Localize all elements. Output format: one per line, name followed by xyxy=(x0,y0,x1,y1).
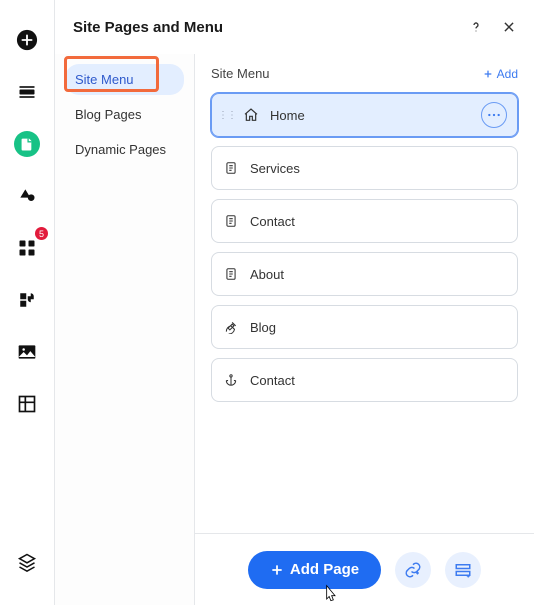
panel-footer: Add Page xyxy=(195,533,534,605)
page-label: Services xyxy=(250,161,507,176)
drag-grip-icon[interactable]: ⋮⋮ xyxy=(222,110,232,121)
page-row[interactable]: ⋮⋮ Home xyxy=(211,93,518,137)
anchor-icon xyxy=(222,371,240,389)
add-link-label: Add xyxy=(497,67,518,81)
left-rail: 5 xyxy=(0,0,54,605)
sidebar-item-site-menu[interactable]: Site Menu xyxy=(65,64,184,95)
rail-grid-icon[interactable] xyxy=(9,386,45,422)
panel-title: Site Pages and Menu xyxy=(73,19,223,36)
sidebar-item-label: Blog Pages xyxy=(75,107,142,122)
rail-add-icon[interactable] xyxy=(9,22,45,58)
close-icon[interactable] xyxy=(502,19,516,35)
panel-header: Site Pages and Menu xyxy=(55,0,534,54)
rail-plugin-icon[interactable] xyxy=(9,282,45,318)
page-label: Blog xyxy=(250,320,507,335)
help-icon[interactable] xyxy=(468,19,484,35)
add-link[interactable]: Add xyxy=(483,67,518,81)
sidebar-item-blog-pages[interactable]: Blog Pages xyxy=(65,99,184,130)
add-page-label: Add Page xyxy=(290,561,359,578)
add-page-button[interactable]: Add Page xyxy=(248,551,381,589)
rail-media-icon[interactable] xyxy=(9,334,45,370)
sidebar-item-dynamic-pages[interactable]: Dynamic Pages xyxy=(65,134,184,165)
rail-theme-icon[interactable] xyxy=(9,178,45,214)
pen-icon xyxy=(222,318,240,336)
page-label: Contact xyxy=(250,214,507,229)
pages-panel: Site Pages and Menu Site Menu Blog Pages… xyxy=(54,0,534,605)
link-button[interactable] xyxy=(395,552,431,588)
category-sidebar: Site Menu Blog Pages Dynamic Pages xyxy=(55,54,195,605)
page-label: Contact xyxy=(250,373,507,388)
row-more-button[interactable] xyxy=(481,102,507,128)
page-label: Home xyxy=(270,108,471,123)
page-row[interactable]: Contact xyxy=(211,199,518,243)
page-list: ⋮⋮ Home Services Contact About Blog Contact xyxy=(211,93,518,402)
page-row[interactable]: Contact xyxy=(211,358,518,402)
doc-icon xyxy=(222,159,240,177)
doc-icon xyxy=(222,212,240,230)
main-column: Site Menu Add ⋮⋮ Home Services Contact About… xyxy=(195,54,534,605)
page-row[interactable]: Services xyxy=(211,146,518,190)
rail-layout-bar-icon[interactable] xyxy=(9,74,45,110)
page-row[interactable]: About xyxy=(211,252,518,296)
home-icon xyxy=(242,106,260,124)
sidebar-item-label: Dynamic Pages xyxy=(75,142,166,157)
section-title: Site Menu xyxy=(211,66,270,81)
rail-apps-icon[interactable]: 5 xyxy=(9,230,45,266)
page-label: About xyxy=(250,267,507,282)
rail-pages-icon[interactable] xyxy=(9,126,45,162)
rail-layers-icon[interactable] xyxy=(9,553,45,589)
section-button[interactable] xyxy=(445,552,481,588)
doc-icon xyxy=(222,265,240,283)
apps-badge: 5 xyxy=(35,227,48,240)
sidebar-item-label: Site Menu xyxy=(75,72,134,87)
page-row[interactable]: Blog xyxy=(211,305,518,349)
